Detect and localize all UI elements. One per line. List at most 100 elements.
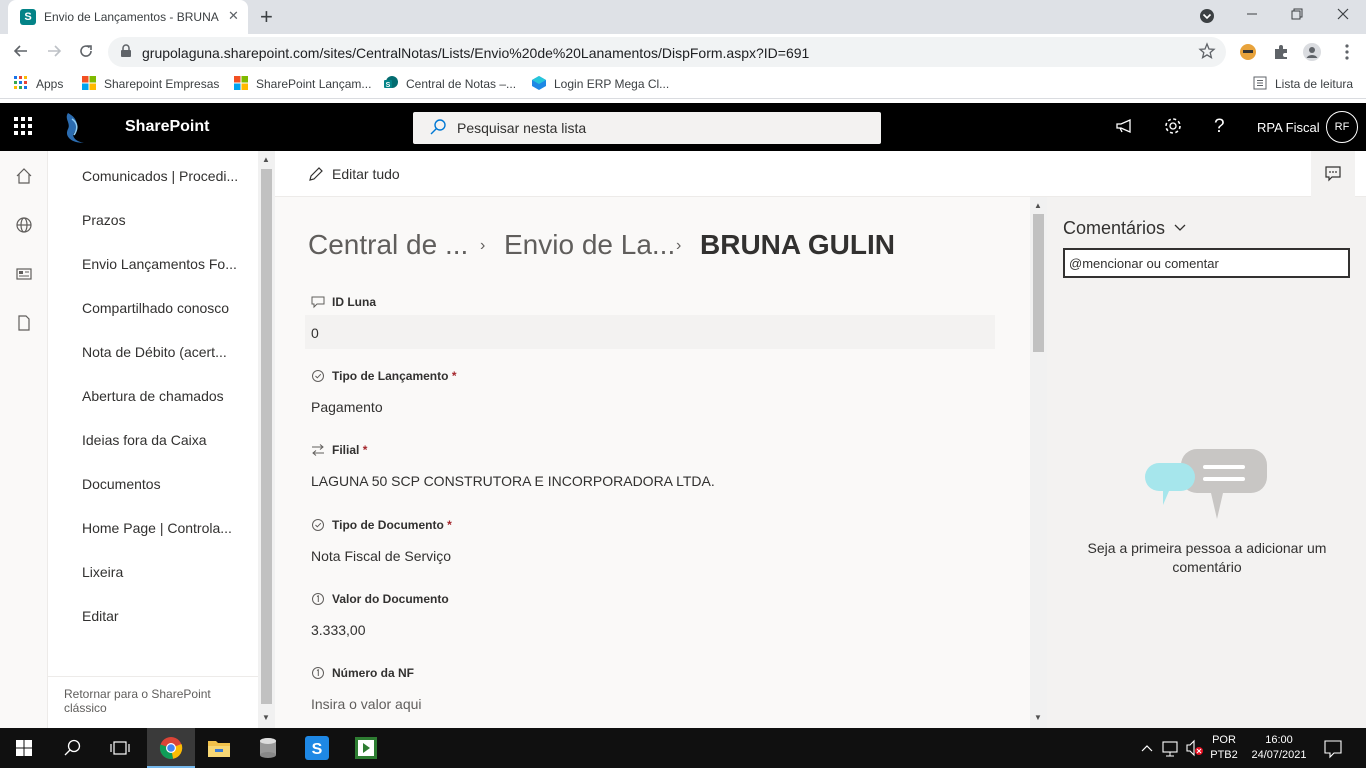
sharepoint-favicon-icon: S bbox=[20, 9, 36, 25]
nav-scrollbar[interactable]: ▲ ▼ bbox=[258, 151, 275, 728]
chevron-down-icon bbox=[1174, 216, 1186, 237]
site-logo-icon[interactable] bbox=[60, 111, 92, 143]
comment-icon bbox=[1324, 165, 1342, 188]
taskbar-chrome[interactable] bbox=[147, 728, 195, 768]
field-label: Tipo de Lançamento * bbox=[332, 369, 456, 383]
url-text[interactable]: grupolaguna.sharepoint.com/sites/Central… bbox=[142, 45, 809, 61]
start-button[interactable] bbox=[0, 728, 48, 768]
taskbar-file-explorer[interactable] bbox=[195, 728, 243, 768]
bookmark-sharepoint-lancamentos[interactable]: SharePoint Lançam... bbox=[234, 76, 371, 91]
field-label: ID Luna bbox=[332, 295, 376, 309]
profile-icon[interactable] bbox=[1303, 43, 1321, 61]
field-value[interactable]: Nota Fiscal de Serviço bbox=[311, 548, 451, 564]
comments-toggle-button[interactable] bbox=[1311, 151, 1355, 197]
nav-item-lixeira[interactable]: Lixeira bbox=[82, 564, 123, 580]
restore-icon[interactable] bbox=[1290, 7, 1304, 24]
return-classic-link[interactable]: Retornar para o SharePoint clássico bbox=[64, 687, 254, 715]
comment-input[interactable] bbox=[1065, 250, 1348, 276]
search-icon bbox=[64, 739, 81, 756]
bookmark-sharepoint-empresas[interactable]: Sharepoint Empresas bbox=[82, 76, 219, 91]
field-value[interactable]: 3.333,00 bbox=[311, 622, 366, 638]
nav-item-home-page[interactable]: Home Page | Controla... bbox=[82, 520, 232, 536]
required-marker: * bbox=[362, 443, 368, 457]
help-icon[interactable]: ? bbox=[1214, 116, 1225, 138]
tab-search-icon[interactable] bbox=[1199, 8, 1215, 27]
task-view-button[interactable] bbox=[96, 728, 144, 768]
comments-header[interactable]: Comentários bbox=[1063, 216, 1186, 239]
form-scrollbar-thumb[interactable] bbox=[1033, 214, 1044, 352]
field-value-placeholder[interactable]: Insira o valor aqui bbox=[311, 696, 422, 712]
home-icon[interactable] bbox=[14, 167, 34, 187]
address-bar[interactable]: grupolaguna.sharepoint.com/sites/Central… bbox=[108, 37, 1226, 67]
settings-gear-icon[interactable] bbox=[1163, 116, 1183, 141]
new-tab-button[interactable]: + bbox=[260, 4, 273, 30]
taskbar-green-app[interactable] bbox=[342, 728, 390, 768]
reload-icon[interactable] bbox=[77, 42, 95, 65]
tray-chevron-up-icon[interactable] bbox=[1140, 734, 1154, 765]
browser-tab[interactable]: S Envio de Lançamentos - BRUNA GULIN ✕ bbox=[8, 0, 248, 34]
nav-item-compartilhado[interactable]: Compartilhado conosco bbox=[82, 300, 229, 316]
megaphone-icon[interactable] bbox=[1115, 116, 1135, 141]
nav-edit-link[interactable]: Editar bbox=[82, 608, 119, 624]
field-value[interactable]: LAGUNA 50 SCP CONSTRUTORA E INCORPORADOR… bbox=[311, 473, 715, 489]
extensions-puzzle-icon[interactable] bbox=[1272, 43, 1290, 61]
app-launcher-icon[interactable] bbox=[14, 117, 34, 137]
nav-item-ideias[interactable]: Ideias fora da Caixa bbox=[82, 432, 207, 448]
nav-item-comunicados[interactable]: Comunicados | Procedi... bbox=[82, 168, 238, 184]
taskbar-database-app[interactable] bbox=[244, 728, 292, 768]
action-center-icon[interactable] bbox=[1324, 734, 1342, 765]
chrome-menu-icon[interactable] bbox=[1338, 43, 1356, 61]
nav-item-prazos[interactable]: Prazos bbox=[82, 212, 126, 228]
taskbar-blue-app[interactable]: S bbox=[293, 728, 341, 768]
document-icon[interactable] bbox=[14, 314, 34, 334]
windows-taskbar: S POR PTB2 16:00 24/07/2021 bbox=[0, 728, 1366, 768]
bookmark-login-erp-mega[interactable]: Login ERP Mega Cl... bbox=[532, 76, 669, 91]
system-clock[interactable]: 16:00 24/07/2021 bbox=[1248, 733, 1310, 763]
search-box[interactable]: Pesquisar nesta lista bbox=[413, 112, 881, 144]
command-bar: Editar tudo bbox=[275, 151, 1366, 197]
item-title: BRUNA GULIN bbox=[700, 229, 895, 260]
field-value[interactable]: 0 bbox=[311, 325, 319, 341]
volume-muted-icon[interactable] bbox=[1186, 734, 1204, 765]
nav-item-envio-lancamentos[interactable]: Envio Lançamentos Fo... bbox=[82, 256, 237, 272]
nav-item-nota-debito[interactable]: Nota de Débito (acert... bbox=[82, 344, 227, 360]
network-icon[interactable] bbox=[1162, 734, 1180, 765]
required-marker: * bbox=[447, 518, 452, 532]
reading-list-button[interactable]: Lista de leitura bbox=[1253, 76, 1353, 91]
breadcrumb-site[interactable]: Central de ... bbox=[308, 229, 468, 261]
extension-avatar-icon[interactable] bbox=[1239, 43, 1257, 61]
suite-bar: SharePoint Pesquisar nesta lista ? RPA F… bbox=[0, 103, 1366, 151]
nav-item-documentos[interactable]: Documentos bbox=[82, 476, 161, 492]
back-icon[interactable] bbox=[12, 42, 30, 65]
search-placeholder[interactable]: Pesquisar nesta lista bbox=[457, 120, 586, 136]
news-icon[interactable] bbox=[14, 265, 34, 285]
scroll-down-icon[interactable]: ▼ bbox=[1034, 713, 1042, 722]
form-scrollbar[interactable]: ▲ ▼ bbox=[1030, 197, 1047, 728]
scroll-up-icon[interactable]: ▲ bbox=[262, 155, 270, 164]
minimize-icon[interactable] bbox=[1245, 7, 1259, 24]
pencil-icon bbox=[307, 165, 325, 188]
app-bar bbox=[0, 151, 48, 728]
avatar[interactable]: RF bbox=[1326, 111, 1358, 143]
taskbar-search-button[interactable] bbox=[48, 728, 96, 768]
input-language-indicator[interactable]: POR PTB2 bbox=[1208, 733, 1240, 763]
nav-item-abertura-chamados[interactable]: Abertura de chamados bbox=[82, 388, 224, 404]
globe-icon[interactable] bbox=[14, 216, 34, 236]
forward-icon[interactable] bbox=[45, 42, 63, 65]
bookmark-star-icon[interactable] bbox=[1198, 42, 1216, 65]
bookmark-central-de-notas[interactable]: S Central de Notas –... bbox=[384, 76, 516, 91]
nav-scrollbar-thumb[interactable] bbox=[261, 169, 272, 704]
tab-close-icon[interactable]: ✕ bbox=[228, 8, 239, 24]
field-value[interactable]: Pagamento bbox=[311, 399, 383, 415]
user-name[interactable]: RPA Fiscal bbox=[1257, 120, 1320, 135]
comment-input-box[interactable] bbox=[1063, 248, 1350, 278]
window-close-icon[interactable] bbox=[1336, 7, 1350, 24]
breadcrumb-list[interactable]: Envio de La... bbox=[504, 229, 675, 261]
field-label: Número da NF bbox=[332, 666, 414, 680]
scroll-up-icon[interactable]: ▲ bbox=[1034, 201, 1042, 210]
required-marker: * bbox=[451, 369, 457, 383]
bookmark-apps[interactable]: Apps bbox=[14, 76, 63, 91]
app-title[interactable]: SharePoint bbox=[125, 118, 209, 136]
lock-icon[interactable] bbox=[120, 44, 132, 61]
scroll-down-icon[interactable]: ▼ bbox=[262, 713, 270, 722]
